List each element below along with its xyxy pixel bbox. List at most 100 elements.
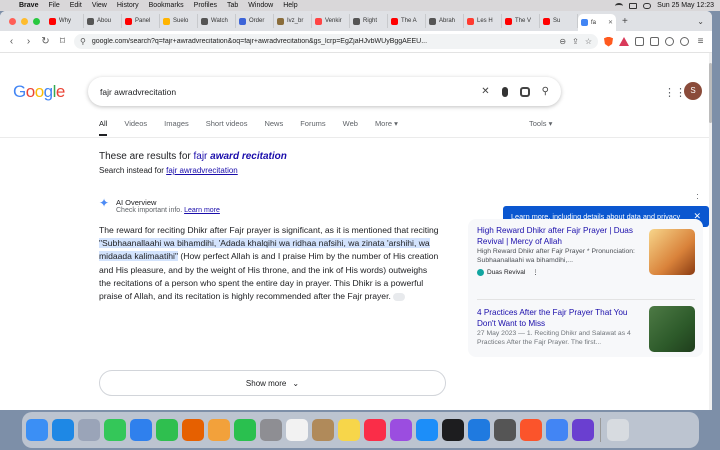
ai-overview-more-icon[interactable]: · · bbox=[696, 190, 699, 203]
safari-icon[interactable] bbox=[52, 419, 74, 441]
battery-icon[interactable] bbox=[629, 2, 638, 9]
tab-7[interactable]: Venkir bbox=[312, 14, 350, 28]
tab-images[interactable]: Images bbox=[164, 119, 189, 136]
firefox-icon[interactable] bbox=[182, 419, 204, 441]
search-input[interactable]: fajr awradvrecitation bbox=[100, 87, 481, 97]
citation-link-icon[interactable] bbox=[393, 292, 406, 301]
tools-button[interactable]: Tools ▾ bbox=[529, 119, 552, 128]
source-thumbnail[interactable] bbox=[649, 229, 695, 275]
tab-short-videos[interactable]: Short videos bbox=[206, 119, 248, 136]
brave-icon[interactable] bbox=[520, 419, 542, 441]
leo-icon[interactable] bbox=[680, 37, 689, 46]
apple-tv-icon[interactable] bbox=[442, 419, 464, 441]
source-thumbnail[interactable] bbox=[649, 306, 695, 352]
drive-icon[interactable] bbox=[546, 419, 568, 441]
close-tab-icon[interactable]: ✕ bbox=[608, 19, 613, 26]
reload-icon[interactable]: ↻ bbox=[40, 36, 51, 47]
menu-help[interactable]: Help bbox=[278, 2, 302, 9]
learn-more-link[interactable]: Learn more bbox=[184, 207, 220, 214]
scrollbar[interactable] bbox=[709, 53, 712, 410]
source-title[interactable]: High Reward Dhikr after Fajr Prayer | Du… bbox=[477, 226, 642, 247]
control-center-icon[interactable] bbox=[643, 2, 652, 9]
menu-view[interactable]: View bbox=[87, 2, 112, 9]
tab-8[interactable]: Right bbox=[350, 14, 388, 28]
address-bar[interactable]: ⚲ google.com/search?q=fajr+awradvrecitat… bbox=[74, 34, 598, 49]
tab-3[interactable]: Suelo bbox=[160, 14, 198, 28]
source-card[interactable]: 4 Practices After the Fajr Prayer That Y… bbox=[477, 308, 642, 347]
keka-icon[interactable] bbox=[312, 419, 334, 441]
tab-search-chevron-icon[interactable]: ⌄ bbox=[697, 17, 712, 26]
menu-window[interactable]: Window bbox=[243, 2, 278, 9]
settings-icon[interactable] bbox=[260, 419, 282, 441]
menu-profiles[interactable]: Profiles bbox=[189, 2, 222, 9]
source-title[interactable]: 4 Practices After the Fajr Prayer That Y… bbox=[477, 308, 642, 329]
google-logo[interactable]: Google bbox=[13, 82, 65, 102]
tab-4[interactable]: Watch bbox=[198, 14, 236, 28]
sidebar-icon[interactable] bbox=[635, 37, 644, 46]
scrollbar-thumb[interactable] bbox=[709, 63, 712, 123]
address-url[interactable]: google.com/search?q=fajr+awradvrecitatio… bbox=[92, 38, 554, 45]
source-card[interactable]: High Reward Dhikr after Fajr Prayer | Du… bbox=[477, 226, 642, 276]
tab-11[interactable]: Les H bbox=[464, 14, 502, 28]
menubar-clock[interactable]: Sun 25 May 12:23 bbox=[657, 2, 714, 9]
clear-search-icon[interactable]: ✕ bbox=[481, 86, 489, 97]
google-lens-icon[interactable] bbox=[519, 86, 530, 97]
bookmark-icon[interactable]: ⌑ bbox=[57, 36, 68, 47]
calculator-icon[interactable] bbox=[494, 419, 516, 441]
show-more-button[interactable]: Show more ⌄ bbox=[99, 370, 446, 396]
tab-web[interactable]: Web bbox=[343, 119, 358, 136]
corrected-query-link[interactable]: fajr award recitation bbox=[193, 151, 286, 162]
close-window-button[interactable] bbox=[9, 17, 16, 25]
finder-icon[interactable] bbox=[26, 419, 48, 441]
original-query-link[interactable]: fajr awradvrecitation bbox=[166, 166, 238, 175]
tab-0[interactable]: Why bbox=[46, 14, 84, 28]
tab-videos[interactable]: Videos bbox=[124, 119, 147, 136]
numbers-icon[interactable] bbox=[156, 419, 178, 441]
zoom-window-button[interactable] bbox=[33, 17, 40, 25]
corrected-word-2[interactable]: award recitation bbox=[210, 151, 287, 162]
new-tab-button[interactable]: + bbox=[616, 16, 634, 27]
mail-icon[interactable] bbox=[130, 419, 152, 441]
trash-icon[interactable] bbox=[607, 419, 629, 441]
tab-news[interactable]: News bbox=[264, 119, 283, 136]
music-icon[interactable] bbox=[364, 419, 386, 441]
notes-icon[interactable] bbox=[338, 419, 360, 441]
brave-rewards-icon[interactable] bbox=[619, 37, 629, 46]
tab-14[interactable]: fa ✕ bbox=[578, 14, 616, 31]
back-icon[interactable]: ‹ bbox=[6, 36, 17, 47]
keynote-icon[interactable] bbox=[468, 419, 490, 441]
minimize-window-button[interactable] bbox=[21, 17, 28, 25]
tab-2[interactable]: Panel bbox=[122, 14, 160, 28]
zoom-icon[interactable]: ⊖ bbox=[559, 37, 566, 46]
app-store-icon[interactable] bbox=[416, 419, 438, 441]
tab-9[interactable]: The A bbox=[388, 14, 426, 28]
tab-12[interactable]: The V bbox=[502, 14, 540, 28]
corrected-word-1[interactable]: fajr bbox=[193, 151, 210, 162]
wallet-icon[interactable] bbox=[650, 37, 659, 46]
source-more-icon[interactable]: ⋮ bbox=[532, 268, 539, 276]
bookmark-star-icon[interactable]: ☆ bbox=[585, 37, 592, 46]
brave-shields-icon[interactable] bbox=[604, 36, 613, 47]
tab-6[interactable]: Ivz_br bbox=[274, 14, 312, 28]
share-icon[interactable]: ⇪ bbox=[572, 37, 579, 46]
avatar[interactable]: S bbox=[684, 82, 702, 100]
photos-icon[interactable] bbox=[208, 419, 230, 441]
vpn-icon[interactable] bbox=[665, 37, 674, 46]
launchpad-icon[interactable] bbox=[78, 419, 100, 441]
search-box[interactable]: fajr awradvrecitation ✕ ⚲ bbox=[88, 77, 561, 106]
tab-13[interactable]: Su bbox=[540, 14, 578, 28]
podcasts-icon[interactable] bbox=[390, 419, 412, 441]
menu-tab[interactable]: Tab bbox=[222, 2, 243, 9]
menu-history[interactable]: History bbox=[112, 2, 144, 9]
site-info-icon[interactable]: ⚲ bbox=[80, 37, 86, 46]
tab-forums[interactable]: Forums bbox=[300, 119, 325, 136]
reminders-icon[interactable] bbox=[286, 419, 308, 441]
tab-1[interactable]: Abou bbox=[84, 14, 122, 28]
wifi-icon[interactable] bbox=[615, 2, 624, 9]
menu-icon[interactable]: ≡ bbox=[695, 36, 706, 47]
tab-5[interactable]: Order bbox=[236, 14, 274, 28]
tab-more[interactable]: More ▾ bbox=[375, 119, 398, 136]
forward-icon[interactable]: › bbox=[23, 36, 34, 47]
menu-file[interactable]: File bbox=[43, 2, 64, 9]
messages-icon[interactable] bbox=[104, 419, 126, 441]
